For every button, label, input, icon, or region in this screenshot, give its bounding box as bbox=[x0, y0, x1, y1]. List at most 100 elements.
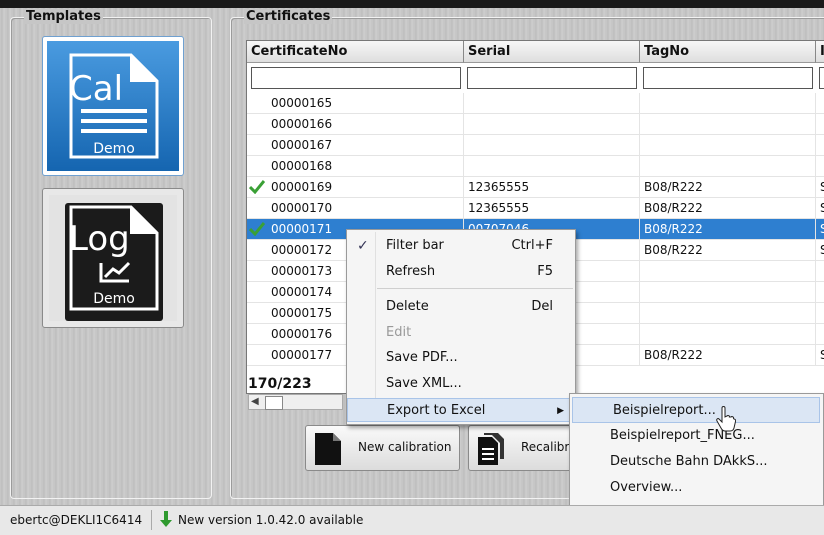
table-cell bbox=[640, 135, 816, 156]
templates-title: Templates bbox=[24, 9, 103, 24]
table-cell bbox=[640, 93, 816, 114]
copy-document-icon bbox=[478, 433, 504, 465]
table-row[interactable]: 00000168 bbox=[247, 156, 824, 177]
table-row[interactable]: 00000166 bbox=[247, 114, 824, 135]
table-cell: 00000169 bbox=[247, 177, 464, 198]
log-demo-template[interactable]: Log Demo bbox=[42, 188, 184, 328]
table-cell: B08/R222 bbox=[640, 198, 816, 219]
table-cell: 00000170 bbox=[247, 198, 464, 219]
record-count: 170/223 bbox=[248, 376, 312, 392]
new-calibration-button[interactable]: New calibration bbox=[305, 425, 460, 471]
log-template-sub: Demo bbox=[93, 291, 135, 307]
table-cell bbox=[640, 282, 816, 303]
table-cell bbox=[816, 324, 824, 345]
table-cell bbox=[464, 135, 640, 156]
column-header-more[interactable]: I bbox=[816, 41, 824, 63]
table-row[interactable]: 00000165 bbox=[247, 93, 824, 114]
checkmark-icon bbox=[249, 180, 265, 194]
cal-template-sub: Demo bbox=[93, 141, 135, 157]
status-user: ebertc@DEKLI1C6414 bbox=[10, 513, 143, 527]
table-cell bbox=[816, 282, 824, 303]
table-cell bbox=[640, 156, 816, 177]
table-cell: 00000167 bbox=[247, 135, 464, 156]
table-cell: S bbox=[816, 219, 824, 240]
filter-tagno[interactable] bbox=[643, 67, 813, 89]
table-row[interactable]: 00000167 bbox=[247, 135, 824, 156]
menu-item-label: Delete bbox=[386, 299, 429, 314]
export-item[interactable]: Beispielreport_FNEG... bbox=[570, 423, 823, 449]
menu-item-label: Save PDF... bbox=[386, 350, 458, 365]
new-calibration-label: New calibration bbox=[358, 440, 452, 454]
table-cell: 00000168 bbox=[247, 156, 464, 177]
export-item[interactable]: Beispielreport... bbox=[572, 397, 820, 423]
table-cell: B08/R222 bbox=[640, 240, 816, 261]
table-cell: S bbox=[816, 240, 824, 261]
menu-item-label: Export to Excel bbox=[387, 403, 486, 418]
table-cell bbox=[464, 156, 640, 177]
table-cell: 00000165 bbox=[247, 93, 464, 114]
window-top-border bbox=[0, 0, 824, 8]
column-header-certificateno[interactable]: CertificateNo bbox=[247, 41, 464, 63]
table-cell bbox=[816, 156, 824, 177]
filter-certificateno[interactable] bbox=[251, 67, 461, 89]
scrollbar-thumb[interactable] bbox=[265, 396, 283, 410]
status-version[interactable]: New version 1.0.42.0 available bbox=[178, 513, 363, 527]
column-header-serial[interactable]: Serial bbox=[464, 41, 640, 63]
check-icon: ✓ bbox=[357, 238, 369, 254]
table-cell: B08/R222 bbox=[640, 345, 816, 366]
export-item-label: Overview... bbox=[610, 480, 683, 495]
table-cell: S bbox=[816, 198, 824, 219]
table-cell: 00000166 bbox=[247, 114, 464, 135]
document-icon bbox=[315, 433, 341, 465]
filter-serial[interactable] bbox=[467, 67, 637, 89]
menu-item-edit[interactable]: Edit bbox=[347, 321, 575, 345]
certificates-title: Certificates bbox=[244, 9, 333, 24]
scroll-left-icon[interactable]: ◀ bbox=[251, 395, 259, 409]
table-cell bbox=[816, 261, 824, 282]
recalibrate-button[interactable]: Recalibra bbox=[468, 425, 578, 471]
menu-item-filter-bar[interactable]: ✓ Filter bar Ctrl+F bbox=[347, 234, 575, 258]
table-cell: 12365555 bbox=[464, 177, 640, 198]
table-cell bbox=[816, 135, 824, 156]
table-cell: 12365555 bbox=[464, 198, 640, 219]
export-item[interactable]: Deutsche Bahn DAkkS... bbox=[570, 449, 823, 475]
status-separator bbox=[151, 510, 152, 530]
menu-item-label: Save XML... bbox=[386, 376, 462, 391]
menu-item-export-to-excel[interactable]: Export to Excel ▶ bbox=[347, 398, 575, 422]
submenu-arrow-icon: ▶ bbox=[557, 406, 564, 416]
menu-item-label: Refresh bbox=[386, 264, 436, 279]
menu-item-save-pdf[interactable]: Save PDF... bbox=[347, 346, 575, 370]
table-row[interactable]: 0000016912365555B08/R222S bbox=[247, 177, 824, 198]
table-cell: B08/R222 bbox=[640, 177, 816, 198]
cal-demo-template[interactable]: Cal Demo bbox=[42, 36, 184, 176]
menu-item-save-xml[interactable]: Save XML... bbox=[347, 372, 575, 396]
table-cell bbox=[640, 303, 816, 324]
cal-template-name: Cal bbox=[69, 69, 124, 109]
table-cell: S bbox=[816, 345, 824, 366]
menu-item-delete[interactable]: Delete Del bbox=[347, 295, 575, 319]
hand-cursor-icon bbox=[716, 406, 736, 432]
menu-separator bbox=[377, 288, 573, 289]
export-item[interactable]: Overview... bbox=[570, 475, 823, 501]
checkmark-icon bbox=[249, 222, 265, 236]
context-menu: ✓ Filter bar Ctrl+F Refresh F5 Delete Del Edit S… bbox=[346, 229, 576, 425]
menu-item-shortcut: Ctrl+F bbox=[511, 238, 553, 253]
filter-more[interactable] bbox=[819, 67, 824, 89]
column-header-tagno[interactable]: TagNo bbox=[640, 41, 816, 63]
download-arrow-icon bbox=[160, 511, 172, 527]
log-template-name: Log bbox=[69, 219, 130, 259]
table-cell bbox=[640, 324, 816, 345]
table-cell bbox=[816, 114, 824, 135]
table-cell: S bbox=[816, 177, 824, 198]
table-cell bbox=[640, 261, 816, 282]
menu-item-refresh[interactable]: Refresh F5 bbox=[347, 260, 575, 284]
table-cell: B08/R222 bbox=[640, 219, 816, 240]
export-item-label: Deutsche Bahn DAkkS... bbox=[610, 454, 768, 469]
menu-item-label: Filter bar bbox=[386, 238, 444, 253]
menu-item-shortcut: Del bbox=[531, 299, 553, 314]
table-cell bbox=[640, 114, 816, 135]
table-cell bbox=[464, 93, 640, 114]
table-row[interactable]: 0000017012365555B08/R222S bbox=[247, 198, 824, 219]
table-cell bbox=[816, 93, 824, 114]
horizontal-scrollbar[interactable]: ◀ bbox=[248, 394, 343, 410]
